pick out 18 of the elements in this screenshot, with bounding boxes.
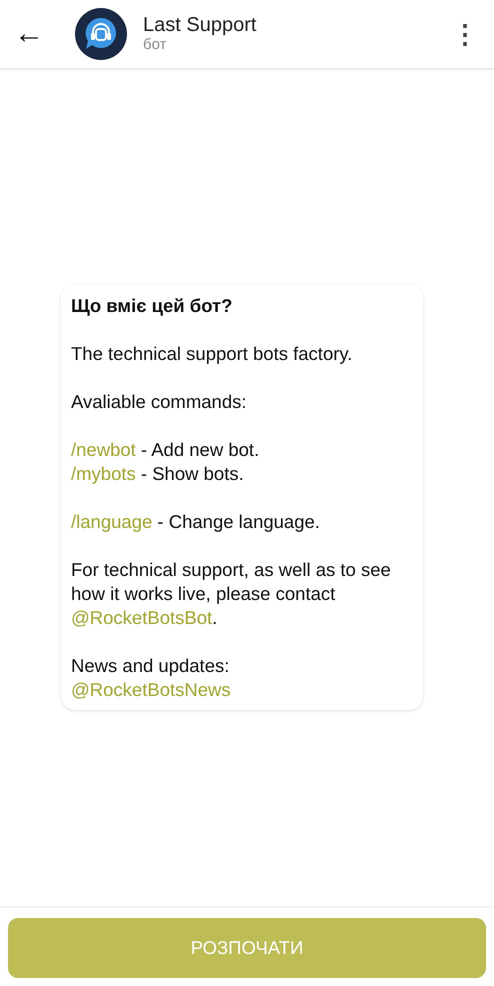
- bot-avatar-icon: [75, 8, 127, 60]
- message-paragraph: The technical support bots factory.: [71, 342, 354, 366]
- command-link[interactable]: /language: [71, 511, 152, 532]
- card-title: Що вміє цей бот?: [71, 294, 234, 318]
- back-icon[interactable]: ←: [14, 19, 48, 49]
- message-paragraph: News and updates: @RocketBotsNews: [71, 654, 232, 702]
- mention-link[interactable]: @RocketBotsNews: [71, 679, 231, 700]
- message-paragraph: /language - Change language.: [71, 510, 321, 534]
- message-paragraph: For technical support, as well as to see how it works live, please contact @RocketBotsBot.: [71, 558, 392, 630]
- mention-link[interactable]: @RocketBotsBot: [71, 607, 212, 628]
- message-paragraph: /newbot - Add new bot. /mybots - Show bots.: [71, 438, 260, 486]
- start-button[interactable]: РОЗПОЧАТИ: [8, 918, 486, 978]
- command-link[interactable]: /mybots: [71, 463, 136, 484]
- command-link[interactable]: /newbot: [71, 439, 136, 460]
- chat-title: Last Support: [143, 14, 258, 38]
- chat-subtitle: бот: [143, 37, 168, 54]
- menu-icon[interactable]: ⋮: [452, 21, 478, 47]
- message-paragraph: Avaliable commands:: [71, 390, 248, 414]
